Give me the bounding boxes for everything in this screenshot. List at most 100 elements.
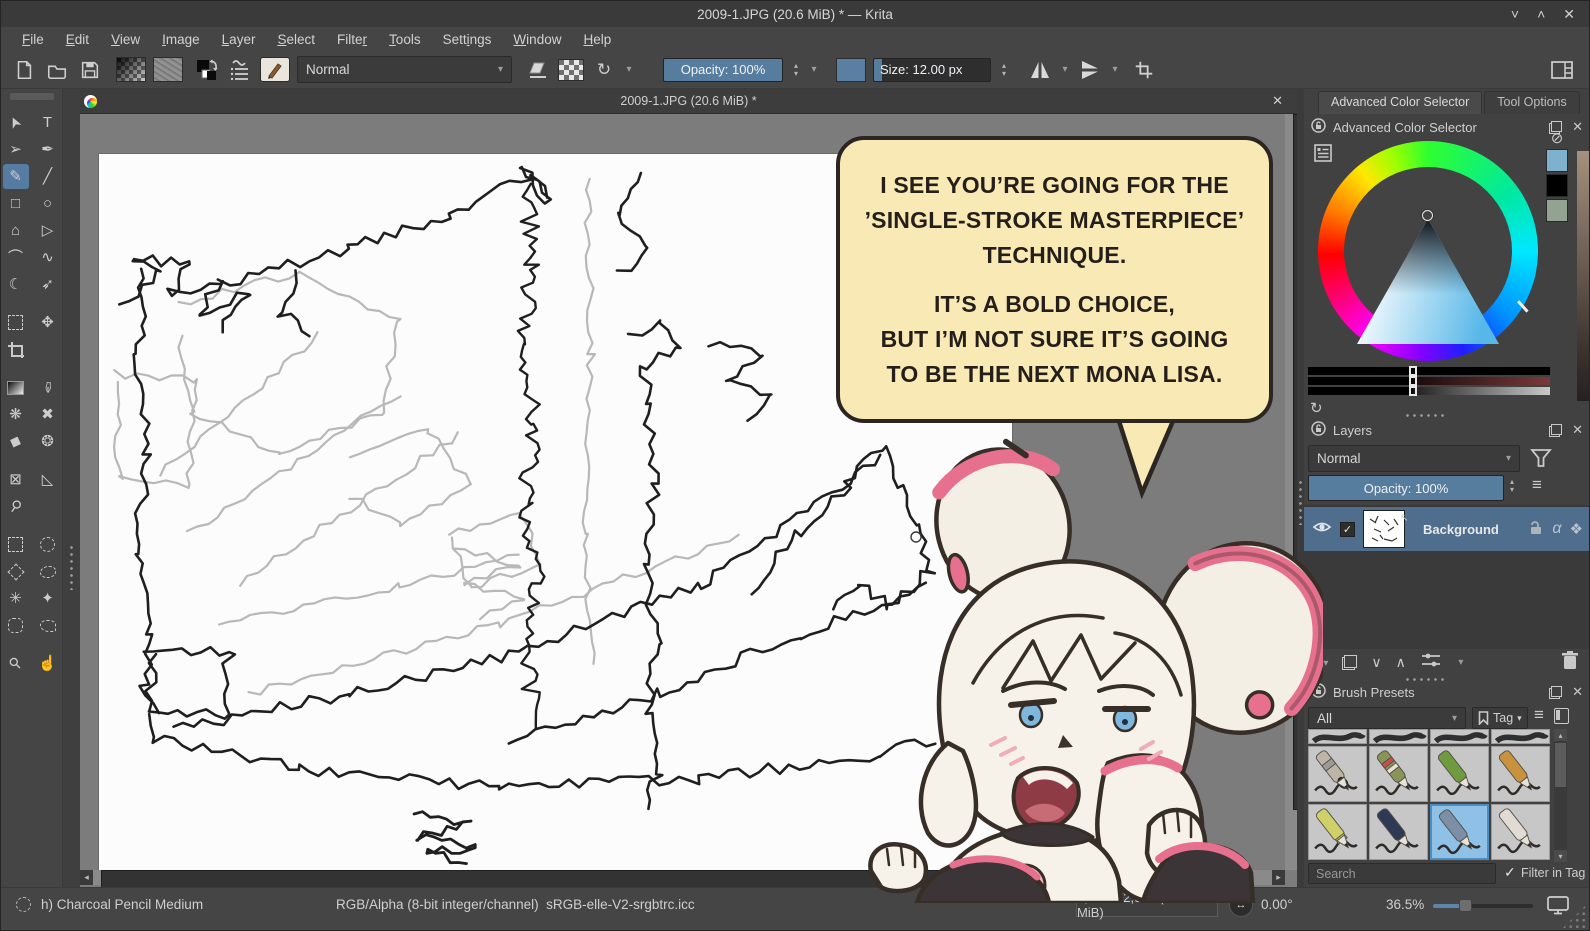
menu-help[interactable]: Help (572, 30, 622, 49)
close-docker-icon[interactable]: ✕ (1572, 422, 1583, 438)
freehand-brush-tool[interactable]: ✎ (3, 164, 29, 189)
size-spinner[interactable]: ▴▾ (998, 62, 1010, 78)
crop-tool[interactable] (3, 337, 29, 362)
shade-strip-value[interactable] (1308, 367, 1550, 375)
menu-view[interactable]: View (100, 30, 151, 49)
close-icon[interactable]: ✕ (1563, 6, 1575, 23)
layer-row[interactable]: ✓ ↖ Background α ❖ (1304, 507, 1590, 551)
tag-button[interactable]: Tag ▾ (1472, 707, 1528, 729)
brush-preset-item[interactable] (1430, 746, 1489, 802)
brush-preset-item[interactable] (1491, 746, 1550, 802)
fill-tool[interactable]: ◆ (3, 429, 29, 454)
save-button[interactable] (77, 57, 103, 83)
brush-preset-item[interactable] (1430, 804, 1489, 860)
polyline-tool[interactable]: ▷ (35, 218, 61, 243)
color-history-swatch[interactable] (1546, 199, 1568, 222)
layer-lock-icon[interactable] (1528, 519, 1544, 540)
calligraphy-tool[interactable]: ✒ (35, 137, 61, 162)
move-tool[interactable]: ✥ (35, 310, 61, 335)
menu-edit[interactable]: Edit (55, 30, 100, 49)
tab-tool-options[interactable]: Tool Options (1484, 91, 1579, 114)
zoom-tool[interactable]: ⚲ (3, 651, 29, 676)
choose-workspace-button[interactable] (1549, 57, 1575, 83)
menu-filter[interactable]: Filter (326, 30, 378, 49)
multibrush-tool[interactable]: ➶ (35, 272, 61, 297)
docker-resize-handle[interactable] (1404, 413, 1448, 418)
transform-tool[interactable] (3, 310, 29, 335)
toolbox-drag-handle[interactable] (10, 93, 54, 100)
magnetic-select-tool[interactable] (35, 613, 61, 638)
mirror-vertical-button[interactable] (1077, 57, 1103, 83)
menu-image[interactable]: Image (151, 30, 211, 49)
similar-color-select-tool[interactable]: ✦ (35, 586, 61, 611)
move-layer-down-button[interactable]: ∨ (1371, 654, 1381, 671)
menu-tools[interactable]: Tools (378, 30, 432, 49)
float-docker-icon[interactable] (1549, 686, 1562, 699)
color-selector-settings-icon[interactable] (1314, 144, 1332, 167)
menu-window[interactable]: Window (502, 30, 572, 49)
rectangle-tool[interactable]: □ (3, 191, 29, 216)
preset-view-mode-icon[interactable] (1554, 708, 1569, 724)
edit-shapes-tool[interactable]: ➢ (3, 137, 29, 162)
opacity-spinner[interactable]: ▴▾ (790, 62, 802, 78)
size-slider[interactable]: Size: 12.00 px (873, 58, 991, 82)
shade-strip-red[interactable] (1308, 377, 1550, 385)
layer-properties-button[interactable] (1420, 651, 1442, 674)
document-close-icon[interactable]: ✕ (1272, 93, 1283, 109)
properties-dropdown-icon[interactable]: ▾ (1456, 657, 1466, 668)
eraser-mode-button[interactable] (525, 57, 551, 83)
filter-in-tag-checkbox[interactable]: ✓ (1504, 864, 1516, 881)
layer-filter-icon[interactable] (1528, 445, 1554, 476)
hue-marker[interactable] (1422, 210, 1433, 221)
mirror-horizontal-button[interactable] (1027, 57, 1053, 83)
zoom-level[interactable]: 36.5% (1386, 897, 1424, 912)
left-docker-splitter[interactable] (63, 89, 80, 887)
freehand-path-tool[interactable]: ∿ (35, 245, 61, 270)
menu-settings[interactable]: Settings (432, 30, 503, 49)
brush-preset-item[interactable] (1369, 746, 1428, 802)
dynamic-brush-tool[interactable]: ☾ (3, 272, 29, 297)
opacity-slider[interactable]: Opacity: 100% (663, 58, 783, 82)
scroll-up-icon[interactable]: ▴ (1554, 729, 1567, 741)
brush-preset-item[interactable] (1430, 729, 1489, 744)
maximize-icon[interactable]: ˄ (1537, 6, 1545, 22)
zoom-slider[interactable] (1433, 904, 1533, 908)
shade-selector-strip[interactable] (1577, 151, 1590, 401)
docker-lock-icon[interactable] (1311, 118, 1326, 136)
ellipse-select-tool[interactable] (35, 532, 61, 557)
color-history-swatch[interactable] (1546, 174, 1568, 197)
move-layer-up-button[interactable]: ∧ (1396, 654, 1406, 671)
opacity-dropdown-icon[interactable]: ▾ (809, 64, 819, 75)
shade-strip-gray[interactable] (1308, 387, 1550, 395)
measure-tool[interactable]: ◺ (35, 467, 61, 492)
color-picker-tool[interactable]: ✑ (35, 375, 61, 400)
layer-name[interactable]: Background (1423, 522, 1499, 537)
layer-checkbox[interactable]: ✓ (1340, 522, 1355, 537)
layer-blend-mode-select[interactable]: Normal ▾ (1308, 445, 1520, 472)
ellipse-tool[interactable]: ○ (35, 191, 61, 216)
assistants-tool[interactable]: ⊠ (3, 467, 29, 492)
pattern-edit-tool[interactable]: ❋ (3, 402, 29, 427)
menu-file[interactable]: File (11, 30, 55, 49)
smart-patch-tool[interactable]: ✖ (35, 402, 61, 427)
edit-brush-settings-button[interactable] (260, 57, 290, 82)
gradient-tool[interactable] (3, 375, 29, 400)
menu-layer[interactable]: Layer (211, 30, 267, 49)
select-shapes-tool[interactable]: ➤ (3, 110, 29, 135)
mirror-horizontal-dropdown-icon[interactable]: ▾ (1060, 64, 1070, 75)
trim-to-image-button[interactable] (1131, 57, 1157, 83)
scroll-down-icon[interactable]: ▾ (1554, 850, 1567, 862)
inherit-alpha-icon[interactable]: ❖ (1570, 520, 1583, 538)
polygon-tool[interactable]: ⌂ (3, 218, 29, 243)
reload-preset-button[interactable]: ↻ (591, 57, 617, 83)
add-layer-dropdown-icon[interactable]: ▾ (1323, 658, 1328, 669)
layer-thumbnail[interactable] (1363, 510, 1405, 548)
reload-dropdown-icon[interactable]: ▾ (624, 64, 634, 75)
preset-filter-select[interactable]: All ▾ (1308, 707, 1466, 729)
color-history-swatch[interactable] (1546, 149, 1568, 172)
duplicate-layer-button[interactable] (1342, 655, 1357, 670)
document-tab-title[interactable]: 2009-1.JPG (20.6 MiB) * (80, 94, 1297, 108)
line-tool[interactable]: ╱ (35, 164, 61, 189)
magic-wand-select-tool[interactable]: ✳ (3, 586, 29, 611)
close-docker-icon[interactable]: ✕ (1572, 119, 1583, 135)
